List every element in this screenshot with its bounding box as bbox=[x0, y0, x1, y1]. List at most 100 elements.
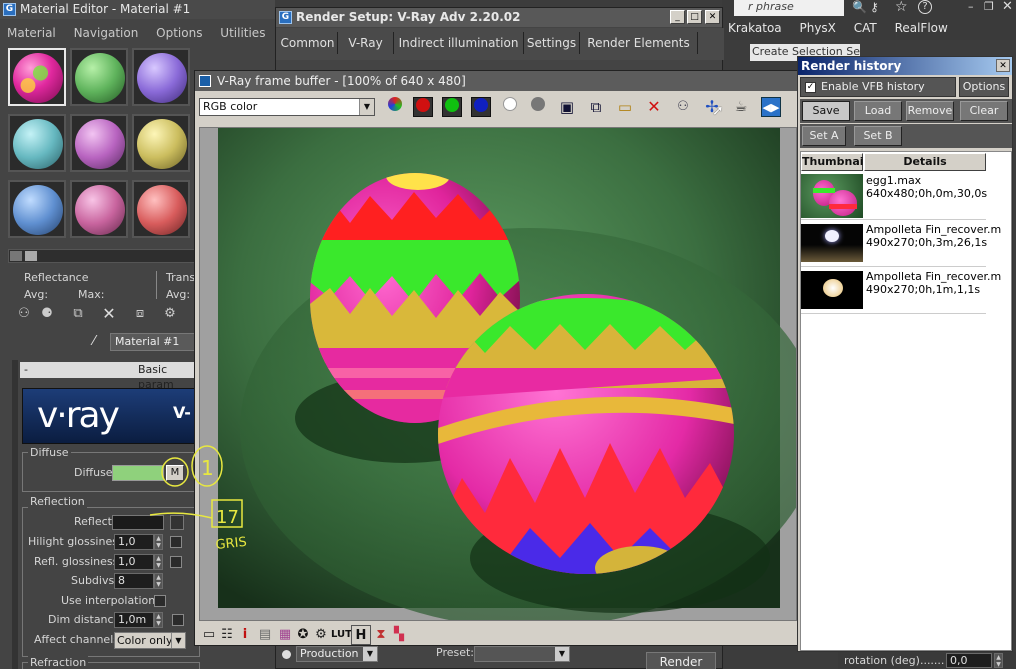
preset-dropdown[interactable]: ▼ bbox=[474, 646, 570, 662]
menu-physx[interactable]: PhysX bbox=[799, 21, 835, 35]
dim-distance-checkbox[interactable] bbox=[172, 614, 184, 626]
render-setup-title-bar[interactable]: G Render Setup: V-Ray Adv 2.20.02 _ □ ✕ bbox=[276, 8, 722, 27]
clear-image-icon[interactable]: ✕ bbox=[644, 97, 664, 117]
unique-material-icon[interactable]: ⚙ bbox=[160, 304, 180, 324]
material-slot-7[interactable] bbox=[8, 180, 66, 238]
restore-app-icon[interactable]: ❐ bbox=[984, 0, 994, 13]
material-slot-1[interactable] bbox=[8, 48, 66, 106]
key-icon[interactable]: ⚷ bbox=[870, 0, 879, 14]
rotation-input[interactable]: 0,0 bbox=[946, 653, 992, 668]
close-button[interactable]: ✕ bbox=[705, 10, 720, 24]
material-editor-scrollbar[interactable] bbox=[12, 360, 18, 669]
material-slot-4[interactable] bbox=[8, 114, 66, 172]
refl-glossiness-input[interactable]: 1,0 bbox=[114, 554, 154, 570]
refl-glossiness-map-box[interactable] bbox=[170, 556, 182, 568]
column-header-thumbnail[interactable]: Thumbnail bbox=[801, 153, 867, 171]
material-slot-2[interactable] bbox=[70, 48, 128, 106]
get-material-icon[interactable]: ⚇ bbox=[14, 304, 34, 324]
save-all-icon[interactable]: ⧉ bbox=[586, 97, 606, 117]
menu-cat[interactable]: CAT bbox=[854, 21, 877, 35]
reset-map-icon[interactable]: ✕ bbox=[99, 304, 119, 324]
set-b-button[interactable]: Set B bbox=[854, 126, 902, 146]
production-radio[interactable] bbox=[282, 650, 291, 659]
close-icon[interactable]: ✕ bbox=[996, 59, 1010, 72]
alpha-channel-icon[interactable] bbox=[500, 97, 520, 117]
history-row[interactable]: egg1.max 640x480;0h,0m,30,0s bbox=[801, 172, 987, 220]
star-icon[interactable]: ☆ bbox=[895, 0, 908, 15]
rotation-spinner[interactable]: ▲ ▼ bbox=[994, 653, 1003, 668]
material-slot-9[interactable] bbox=[132, 180, 190, 238]
diffuse-map-button[interactable]: M bbox=[166, 465, 184, 481]
curves-icon[interactable]: ▤ bbox=[255, 625, 275, 645]
history-row[interactable]: Ampolleta Fin_recover.m 490x270;0h,3m,26… bbox=[801, 221, 1001, 267]
close-app-icon[interactable]: ✕ bbox=[1002, 0, 1013, 14]
menu-realflow[interactable]: RealFlow bbox=[895, 21, 948, 35]
clear-button[interactable]: Clear bbox=[960, 101, 1008, 121]
use-interpolation-checkbox[interactable] bbox=[154, 595, 166, 607]
history-row[interactable]: Ampolleta Fin_recover.m 490x270;0h,1m,1,… bbox=[801, 268, 1001, 314]
dim-distance-input[interactable]: 1,0m bbox=[114, 612, 154, 628]
track-mouse-icon[interactable]: ⚇ bbox=[673, 97, 693, 117]
maximize-button[interactable]: □ bbox=[687, 10, 702, 24]
render-history-title-bar[interactable]: Render history ✕ bbox=[798, 57, 1012, 75]
color-corrections-icon[interactable]: ▭ bbox=[199, 625, 219, 645]
levels-icon[interactable]: ☷ bbox=[217, 625, 237, 645]
green-channel-icon[interactable] bbox=[442, 97, 462, 117]
render-button[interactable]: Render bbox=[646, 652, 716, 669]
stamp-icon[interactable]: ▚ bbox=[389, 625, 409, 645]
menu-krakatoa[interactable]: Krakatoa bbox=[728, 21, 782, 35]
remove-button[interactable]: Remove bbox=[906, 101, 954, 121]
hud-icon[interactable]: ⧗ bbox=[371, 625, 391, 645]
vfb-title-bar[interactable]: V-Ray frame buffer - [100% of 640 x 480] bbox=[195, 71, 807, 91]
material-slot-3[interactable] bbox=[132, 48, 190, 106]
search-field[interactable]: r phrase bbox=[734, 0, 844, 16]
enable-history-checkbox[interactable]: ✓ bbox=[805, 82, 816, 93]
save-image-icon[interactable]: ▣ bbox=[557, 97, 577, 117]
production-dropdown[interactable]: Production ▼ bbox=[296, 646, 378, 662]
bw-icon[interactable]: ✪ bbox=[293, 625, 313, 645]
material-slot-8[interactable] bbox=[70, 180, 128, 238]
tab-common[interactable]: Common bbox=[278, 32, 338, 54]
subdivs-input[interactable]: 8 bbox=[114, 573, 154, 589]
rgb-channels-icon[interactable] bbox=[385, 97, 405, 117]
minimize-button[interactable]: _ bbox=[670, 10, 685, 24]
tab-vray[interactable]: V-Ray bbox=[338, 32, 394, 54]
srgb-icon[interactable]: ⚙ bbox=[311, 625, 331, 645]
histogram-icon[interactable]: H bbox=[351, 625, 371, 645]
diffuse-color-swatch[interactable] bbox=[112, 465, 164, 481]
menu-utilities[interactable]: Utilities bbox=[220, 26, 265, 40]
assign-material-icon[interactable]: ⧉ bbox=[68, 304, 88, 324]
help-icon[interactable]: ? bbox=[918, 0, 932, 14]
load-image-icon[interactable]: ▭ bbox=[615, 97, 635, 117]
blue-channel-icon[interactable] bbox=[471, 97, 491, 117]
scroll-thumb[interactable] bbox=[10, 251, 22, 261]
render-viewport[interactable] bbox=[199, 127, 797, 621]
mono-icon[interactable] bbox=[528, 97, 548, 117]
options-button[interactable]: Options bbox=[959, 77, 1009, 97]
red-channel-icon[interactable] bbox=[413, 97, 433, 117]
lut-icon[interactable]: LUT bbox=[331, 625, 352, 645]
slots-scrollbar[interactable] bbox=[8, 249, 196, 263]
subdivs-spinner[interactable]: ▲ ▼ bbox=[154, 573, 163, 589]
menu-material[interactable]: Material bbox=[7, 26, 56, 40]
eyedropper-icon[interactable]: ⁄ bbox=[84, 332, 104, 352]
hilight-glossiness-input[interactable]: 1,0 bbox=[114, 534, 154, 550]
compare-icon[interactable]: ◀▶ bbox=[761, 97, 781, 117]
load-button[interactable]: Load bbox=[854, 101, 902, 121]
put-material-icon[interactable]: ⚈ bbox=[37, 304, 57, 324]
menu-navigation[interactable]: Navigation bbox=[74, 26, 139, 40]
info-icon[interactable]: i bbox=[235, 625, 255, 645]
exposure-icon[interactable]: ▦ bbox=[275, 625, 295, 645]
set-a-button[interactable]: Set A bbox=[802, 126, 846, 146]
channel-dropdown[interactable]: RGB color ▼ bbox=[199, 98, 375, 116]
material-slot-5[interactable] bbox=[70, 114, 128, 172]
menu-options[interactable]: Options bbox=[156, 26, 202, 40]
tab-indirect-illumination[interactable]: Indirect illumination bbox=[394, 32, 524, 54]
hilight-lock-checkbox[interactable] bbox=[170, 536, 182, 548]
dim-distance-spinner[interactable]: ▲ ▼ bbox=[154, 612, 163, 628]
hilight-spinner[interactable]: ▲ ▼ bbox=[154, 534, 163, 550]
affect-channels-dropdown[interactable]: Color only ▼ bbox=[114, 632, 186, 649]
material-slot-6[interactable] bbox=[132, 114, 190, 172]
column-header-details[interactable]: Details bbox=[864, 153, 986, 171]
search-binoculars-icon[interactable]: 🔍 bbox=[852, 0, 867, 14]
